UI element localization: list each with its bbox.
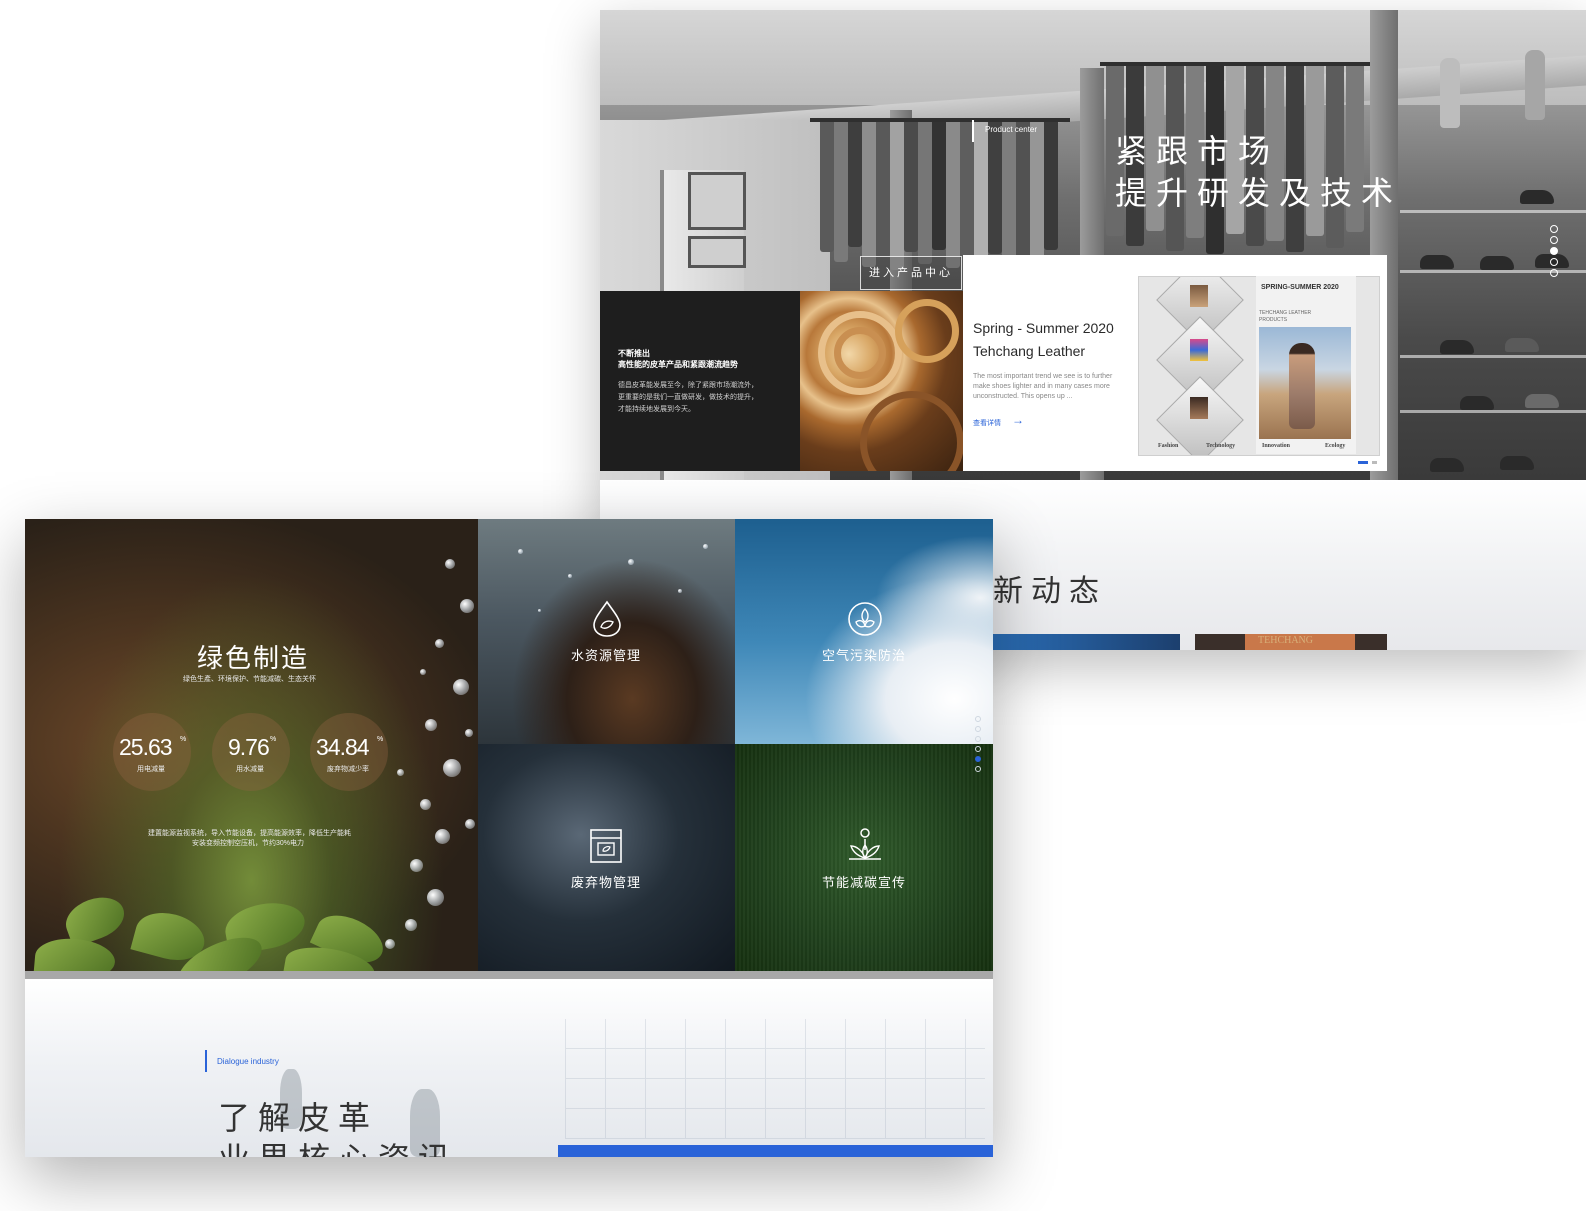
intro-body: 德昌皮革能发展至今，除了紧跟市场潮流外， 更重要的是我们一直做研发，做技术的提升… [618, 380, 788, 416]
intro-body-line2: 更重要的是我们一直做研发，做技术的提升， [618, 394, 758, 401]
intro-body-line1: 德昌皮革能发展至今，除了紧跟市场潮流外， [618, 382, 758, 389]
slide-dot[interactable] [1550, 236, 1558, 244]
stat-value-water: 9.76 [228, 734, 270, 760]
shoe [1520, 190, 1554, 204]
stat-label: 用水减量 [236, 766, 264, 773]
card-title-line2: Tehchang Leather [973, 343, 1086, 359]
leather-rolls-image [800, 291, 963, 471]
enter-product-center-button[interactable]: 进入产品中心 [860, 256, 962, 290]
industry-title-line2: 业界核心资讯 [218, 1134, 458, 1157]
poster-caption: Technology [1206, 443, 1236, 449]
stat-value-waste: 34.84 [316, 734, 370, 760]
arrow-right-icon[interactable]: → [1012, 413, 1024, 427]
section-divider [25, 971, 993, 979]
stat-unit: % [270, 736, 277, 743]
stat-label: 用电减量 [137, 766, 165, 773]
intro-body-line3: 才能持续地发展到今天。 [618, 406, 695, 413]
boot [1525, 50, 1545, 120]
industry-subtitle: Dialogue industry [217, 1057, 279, 1066]
industry-section [25, 979, 993, 1157]
hero-subtitle: Product center [985, 125, 1038, 134]
shoe [1440, 340, 1474, 354]
shoe [1505, 338, 1539, 352]
hero-title-line2: 提升研发及技术 [1115, 175, 1403, 211]
glass-shelf [1400, 410, 1586, 413]
poster-caption: Ecology [1325, 443, 1346, 449]
stat-value-electricity: 25.63 [119, 734, 173, 760]
green-note-line2: 安装变频控制空压机，节约30%电力 [192, 840, 305, 847]
slide-dot[interactable] [1550, 258, 1558, 266]
card-description: The most important trend we see is to fu… [973, 373, 1113, 400]
hero-title-line1: 紧跟市场 [1115, 133, 1280, 169]
section-nav-dot[interactable] [975, 736, 981, 742]
wall-frame [688, 236, 746, 268]
stat-unit: % [180, 736, 187, 743]
poster-subtitle: TEHCHANG LEATHER PRODUCTS [1259, 310, 1312, 323]
glass-shelf [1400, 355, 1586, 358]
shoe [1480, 256, 1514, 270]
view-details-link[interactable]: 查看详情 [973, 418, 1001, 428]
news-thumb[interactable] [993, 634, 1180, 650]
stat-label: 废弃物减少率 [327, 766, 369, 773]
section-nav-dot[interactable] [975, 746, 981, 752]
model-figure [1289, 343, 1315, 429]
subtitle-accent-line [205, 1050, 207, 1072]
wall-frame [688, 172, 746, 230]
poster-caption: Innovation [1262, 443, 1291, 449]
water-drop-icon [593, 600, 621, 637]
section-nav-dot[interactable] [975, 716, 981, 722]
news-section-title: 新动态 [993, 575, 1107, 608]
shoe [1460, 396, 1494, 410]
green-subtitle: 绿色生產、环境保护、节能减碳、生态关怀 [183, 676, 316, 683]
leaf-circle-icon [848, 602, 882, 636]
slide-dot[interactable] [1550, 269, 1558, 277]
poster-title: SPRING-SUMMER 2020 [1261, 284, 1339, 291]
poster-thumb [1190, 285, 1208, 307]
background-map-grid [565, 1019, 985, 1139]
tile-label: 废弃物管理 [571, 875, 642, 890]
news-thumb-label: TEHCHANG [1258, 635, 1313, 646]
industry-title-line1: 了解皮革 [218, 1100, 379, 1136]
poster-thumb [1190, 339, 1208, 361]
slide-dot[interactable] [1550, 225, 1558, 233]
section-nav-dot[interactable] [975, 726, 981, 732]
shoe [1420, 255, 1454, 269]
intro-title-line2: 高性能的皮革产品和紧跟潮流趋势 [618, 360, 738, 369]
glass-shelf [1400, 210, 1586, 213]
card-title-line1: Spring - Summer 2020 [973, 320, 1114, 336]
pager-active[interactable] [1358, 461, 1368, 464]
stat-unit: % [377, 736, 384, 743]
green-title: 绿色制造 [197, 643, 310, 673]
bin-icon [590, 829, 622, 863]
intro-title-line1: 不断推出 [618, 349, 650, 358]
poster-photo [1259, 327, 1351, 439]
accent-bar [558, 1145, 993, 1157]
tile-label: 水资源管理 [571, 648, 642, 663]
lotus-person-icon [849, 828, 881, 860]
shoe [1525, 394, 1559, 408]
tile-label: 空气污染防治 [822, 648, 907, 663]
intro-title: 不断推出 高性能的皮革产品和紧跟潮流趋势 [618, 348, 788, 370]
section-nav-dot[interactable] [975, 766, 981, 772]
slide-dot-active[interactable] [1550, 247, 1558, 255]
glass-shelf [1400, 270, 1586, 273]
subtitle-accent-line [972, 120, 974, 142]
poster-thumb [1190, 397, 1208, 419]
green-note-line1: 建置能源监视系统，导入节能设备，提高能源效率，降低生产能耗 [148, 830, 351, 837]
poster-caption: Fashion [1158, 443, 1179, 449]
section-nav-dot-active[interactable] [975, 756, 981, 762]
shoe [1500, 456, 1534, 470]
boot [1440, 58, 1460, 128]
pager-inactive[interactable] [1372, 461, 1377, 464]
hanging-garments [810, 122, 1070, 272]
shoe [1430, 458, 1464, 472]
tile-label: 节能减碳宣传 [822, 875, 907, 890]
